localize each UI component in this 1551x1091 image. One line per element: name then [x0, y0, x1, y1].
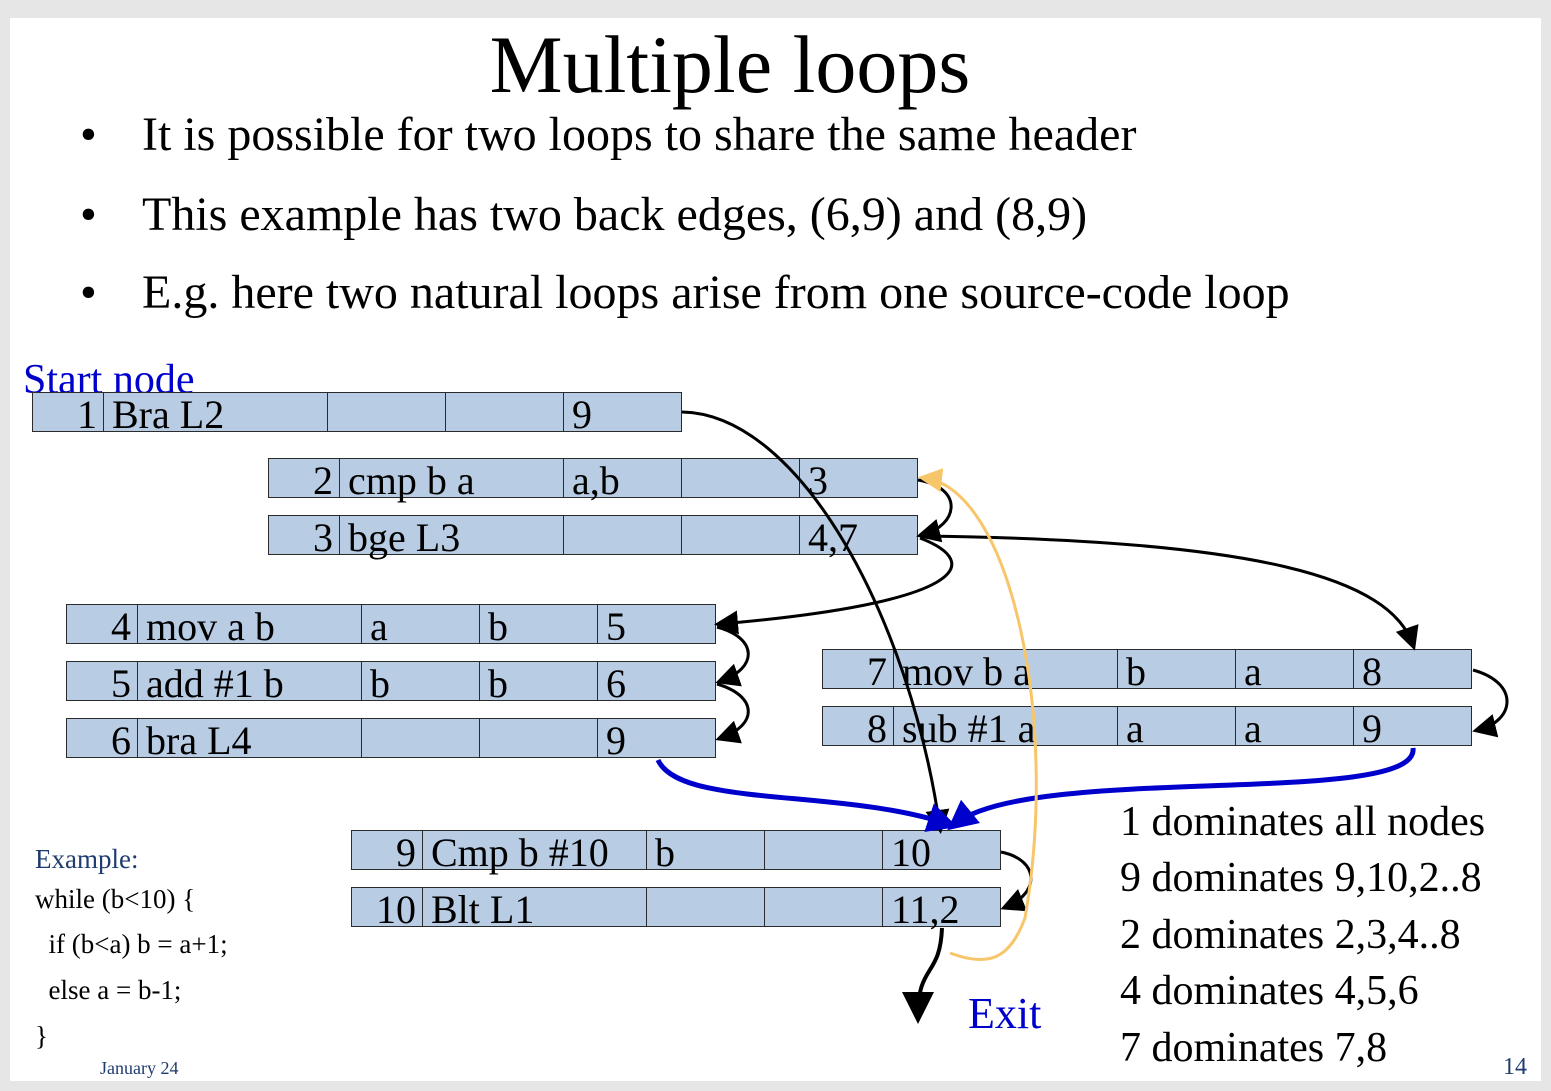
code-line: } [35, 1021, 48, 1051]
dominance-line: 1 dominates all nodes [1120, 799, 1486, 845]
exit-label: Exit [968, 989, 1042, 1038]
edge-1-to-9 [681, 410, 950, 834]
edge-9-to-10 [1000, 850, 1033, 912]
back-edge-6-to-9 [655, 758, 958, 832]
dominance-line: 7 dominates 7,8 [1120, 1025, 1388, 1071]
edge-10-to-exit [902, 927, 944, 1024]
example-label: Example: [35, 844, 139, 874]
page-number: 14 [1503, 1054, 1527, 1080]
dominance-line: 9 dominates 9,10,2..8 [1120, 855, 1482, 901]
dominance-line: 4 dominates 4,5,6 [1120, 968, 1419, 1014]
dominance-line: 2 dominates 2,3,4..8 [1120, 912, 1461, 958]
footer-date: January 24 [100, 1058, 179, 1078]
edge-3-to-4 [714, 536, 954, 635]
code-line: while (b<10) { [35, 884, 196, 914]
edge-7-to-8 [1472, 668, 1509, 738]
edge-5-to-6 [715, 682, 750, 744]
edge-2-to-3 [916, 478, 953, 543]
slide: Multiple loops • It is possible for two l… [10, 18, 1541, 1081]
edge-4-to-5 [715, 625, 750, 687]
code-line: else a = b-1; [35, 975, 182, 1005]
code-line: if (b<a) b = a+1; [35, 929, 228, 959]
